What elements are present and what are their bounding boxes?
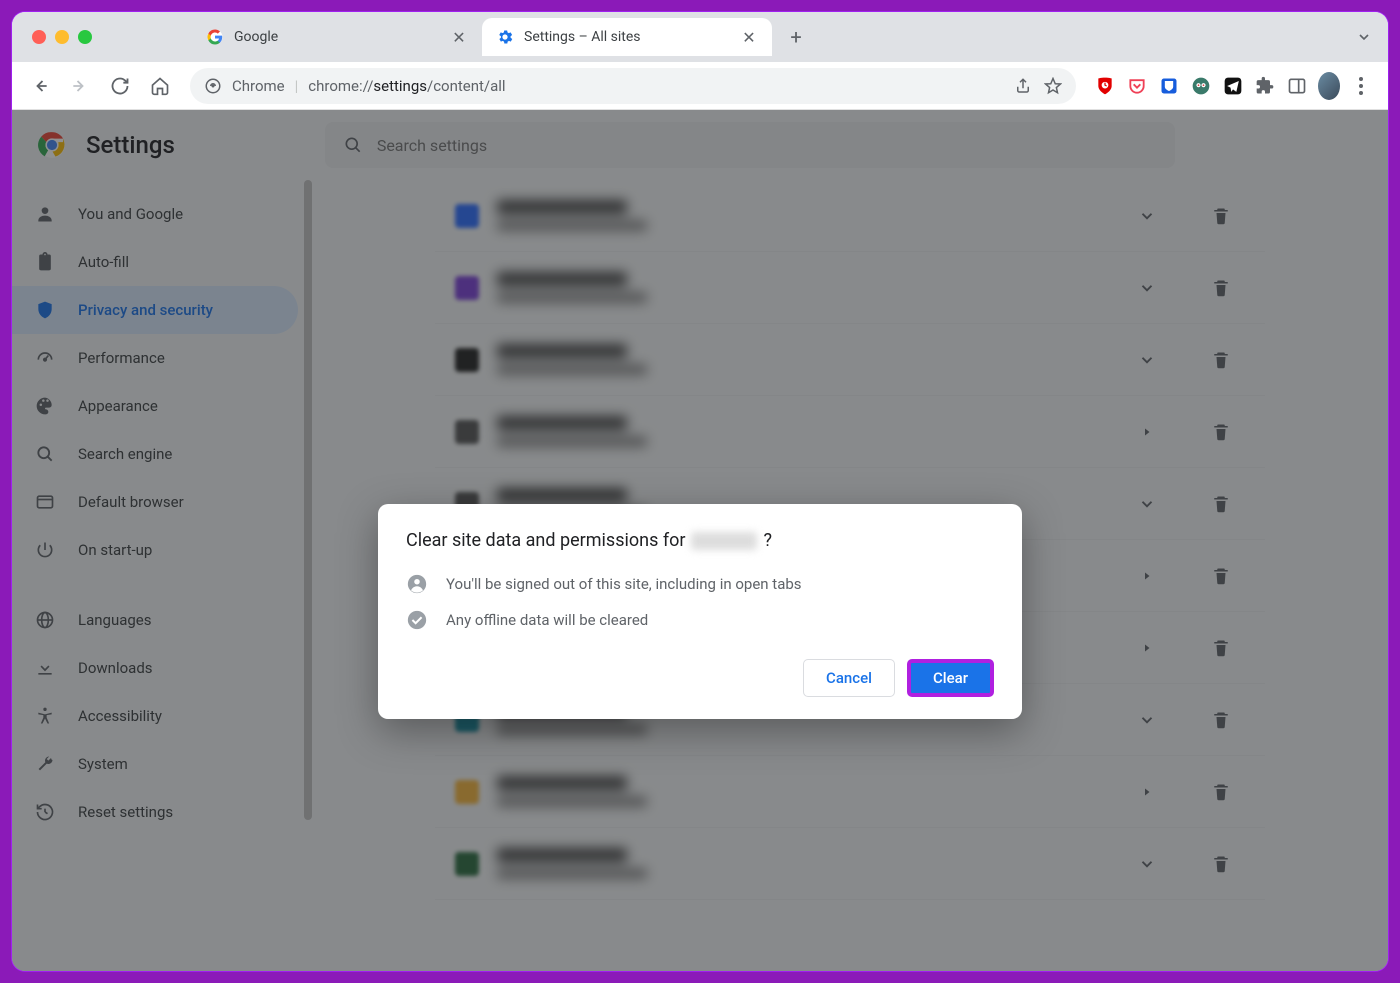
sidepanel-icon[interactable] bbox=[1286, 75, 1308, 97]
new-tab-button[interactable]: + bbox=[780, 21, 812, 53]
close-tab-icon[interactable]: ✕ bbox=[450, 28, 468, 46]
extension-icons bbox=[1088, 75, 1378, 97]
tab-title: Google bbox=[234, 29, 440, 45]
check-circle-icon bbox=[406, 609, 428, 631]
chrome-menu-button[interactable] bbox=[1350, 75, 1372, 97]
tab-title: Settings – All sites bbox=[524, 29, 730, 45]
share-icon[interactable] bbox=[1014, 77, 1032, 95]
google-favicon-icon bbox=[206, 28, 224, 46]
tab-strip: Google ✕ Settings – All sites ✕ + bbox=[12, 12, 1388, 62]
extension-icon-4[interactable] bbox=[1190, 75, 1212, 97]
telegram-icon[interactable] bbox=[1222, 75, 1244, 97]
extensions-puzzle-icon[interactable] bbox=[1254, 75, 1276, 97]
person-circle-icon bbox=[406, 573, 428, 595]
pocket-icon[interactable] bbox=[1126, 75, 1148, 97]
clear-site-data-dialog: Clear site data and permissions for ? Yo… bbox=[378, 504, 1022, 719]
clear-button[interactable]: Clear bbox=[907, 659, 994, 697]
redacted-site-name bbox=[691, 532, 757, 550]
site-info-icon[interactable] bbox=[204, 77, 222, 95]
dialog-info-row: You'll be signed out of this site, inclu… bbox=[406, 573, 994, 595]
gear-icon bbox=[496, 28, 514, 46]
close-window-button[interactable] bbox=[32, 30, 46, 44]
bitwarden-icon[interactable] bbox=[1158, 75, 1180, 97]
address-bar[interactable]: Chrome|chrome://settings/content/all bbox=[190, 68, 1076, 104]
reload-button[interactable] bbox=[102, 68, 138, 104]
dialog-title: Clear site data and permissions for ? bbox=[406, 530, 994, 551]
minimize-window-button[interactable] bbox=[55, 30, 69, 44]
ublock-icon[interactable] bbox=[1094, 75, 1116, 97]
cancel-button[interactable]: Cancel bbox=[803, 659, 895, 697]
maximize-window-button[interactable] bbox=[78, 30, 92, 44]
bookmark-star-icon[interactable] bbox=[1044, 77, 1062, 95]
tab-settings[interactable]: Settings – All sites ✕ bbox=[482, 18, 772, 56]
home-button[interactable] bbox=[142, 68, 178, 104]
url-text: Chrome|chrome://settings/content/all bbox=[232, 77, 506, 95]
close-tab-icon[interactable]: ✕ bbox=[740, 28, 758, 46]
profile-avatar[interactable] bbox=[1318, 75, 1340, 97]
dialog-info-row: Any offline data will be cleared bbox=[406, 609, 994, 631]
browser-toolbar: Chrome|chrome://settings/content/all bbox=[12, 62, 1388, 110]
tab-google[interactable]: Google ✕ bbox=[192, 18, 482, 56]
back-button[interactable] bbox=[22, 68, 58, 104]
forward-button[interactable] bbox=[62, 68, 98, 104]
tabs-dropdown-icon[interactable] bbox=[1350, 23, 1378, 51]
window-controls bbox=[32, 30, 92, 44]
